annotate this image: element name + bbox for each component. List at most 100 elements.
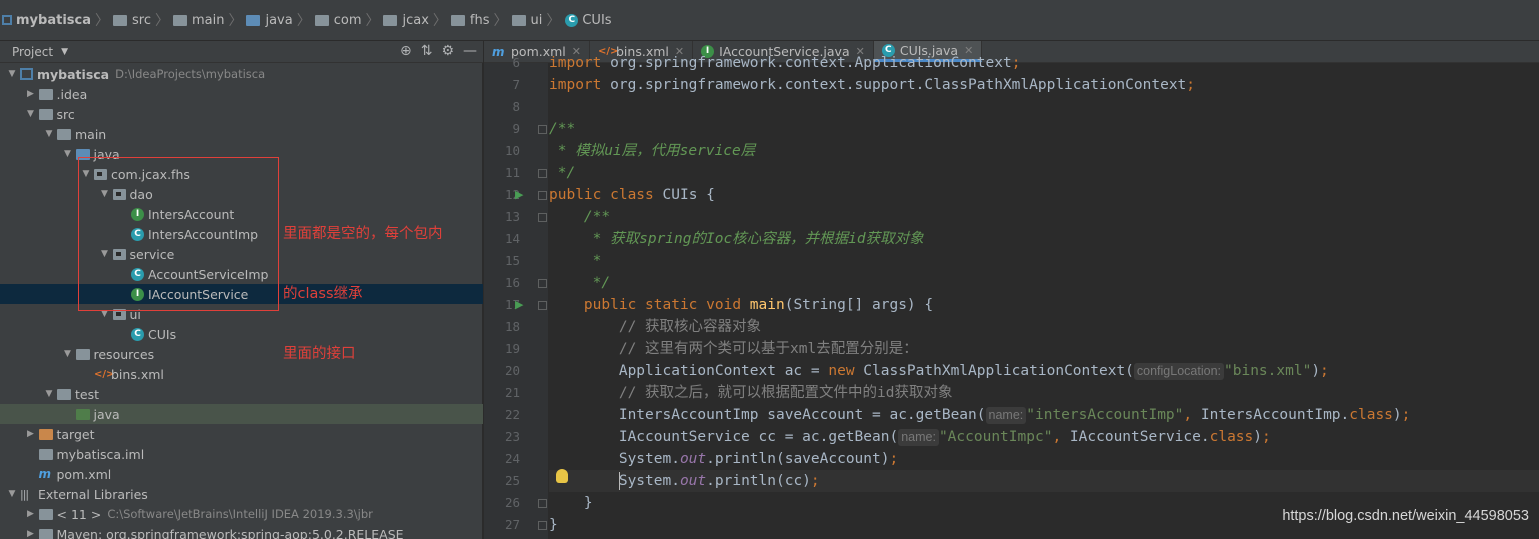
breadcrumb-label: java [265, 12, 293, 28]
tree-item[interactable]: ▼ test [0, 384, 483, 404]
chevron-right-icon[interactable]: ▶ [23, 529, 39, 539]
resources-folder-icon [75, 348, 90, 360]
chevron-down-icon[interactable]: ▼ [4, 489, 20, 499]
breadcrumb-item[interactable]: jcax 〉 [379, 10, 447, 30]
breadcrumb-item[interactable]: fhs 〉 [447, 10, 508, 30]
tree-item[interactable]: ▼ main [0, 124, 483, 144]
fold-marker-icon[interactable] [538, 169, 547, 178]
code-line: * 模拟ui层，代用service层 [549, 140, 756, 162]
tree-item-path: D:\IdeaProjects\mybatisca [115, 67, 266, 81]
code-token: ; [1186, 77, 1196, 93]
folder-icon [57, 388, 71, 400]
line-number: 14 [504, 231, 520, 246]
code-token: ; [1011, 55, 1021, 71]
code-token: out [679, 473, 707, 489]
tree-item-label: bins.xml [111, 366, 164, 382]
fold-marker-icon[interactable] [538, 125, 547, 134]
code-token: } [549, 517, 558, 533]
code-token: ApplicationContext ac = [549, 363, 829, 379]
tree-item[interactable]: ▶ Maven: org.springframework:spring-aop:5… [0, 524, 483, 539]
tree-item[interactable]: ▶ .idea [0, 84, 483, 104]
code-token: class [1349, 407, 1393, 423]
tree-item[interactable]: ▼ src [0, 104, 483, 124]
breadcrumb-item[interactable]: src 〉 [109, 10, 169, 30]
annotation-box [78, 157, 279, 311]
breadcrumb-label: jcax [402, 12, 429, 28]
package-icon [314, 14, 329, 26]
breadcrumb-label: ui [530, 12, 543, 28]
chevron-down-icon[interactable]: ▼ [4, 69, 20, 79]
tree-item[interactable]: ▶ target [0, 424, 483, 444]
tree-item[interactable]: m pom.xml [0, 464, 483, 484]
fold-marker-icon[interactable] [538, 301, 547, 310]
tree-item[interactable]: mybatisca.iml [0, 444, 483, 464]
code-line: /** [549, 118, 575, 140]
fold-marker-icon[interactable] [538, 191, 547, 200]
code-token: IntersAccountImp saveAccount = ac.getBea… [549, 407, 986, 423]
breadcrumb-item[interactable]: ui 〉 [508, 10, 560, 30]
code-line: ApplicationContext ac = new ClassPathXml… [549, 360, 1329, 382]
code-token: new [828, 363, 864, 379]
tree-item[interactable]: ▶ < 11 > C:\Software\JetBrains\IntelliJ ID… [0, 504, 483, 524]
fold-marker-icon[interactable] [538, 499, 547, 508]
line-number: 11 [504, 165, 520, 180]
tree-item[interactable]: java [0, 404, 483, 424]
collapse-all-icon[interactable]: ⇅ [421, 43, 433, 59]
run-gutter-icon[interactable]: ▶ [515, 294, 525, 316]
chevron-down-icon[interactable]: ▼ [61, 47, 68, 57]
code-token: IntersAccountImp. [1200, 407, 1350, 423]
tree-item-path: C:\Software\JetBrains\IntelliJ IDEA 2019… [107, 507, 373, 521]
code-token: .println(cc) [706, 473, 811, 489]
code-line: IAccountService cc = ac.getBean(name: "Ac… [549, 426, 1271, 448]
code-token: ; [1262, 429, 1271, 445]
code-token: .println(saveAccount) [706, 451, 890, 467]
code-line: */ [549, 162, 575, 184]
tree-item[interactable]: ▼ ||| External Libraries [0, 484, 483, 504]
tree-item-label: pom.xml [56, 466, 112, 482]
package-icon [511, 14, 526, 26]
tree-item-label: src [56, 106, 75, 122]
chevron-right-icon[interactable]: ▶ [23, 429, 39, 439]
fold-marker-icon[interactable] [538, 213, 547, 222]
project-panel-title[interactable]: Project [12, 45, 53, 59]
tree-item-label: test [75, 386, 100, 402]
code-token: IAccountService cc = ac.getBean( [549, 429, 899, 445]
code-line: // 获取核心容器对象 [549, 316, 761, 338]
breadcrumb-item[interactable]: com 〉 [311, 10, 379, 30]
package-icon [383, 14, 398, 26]
chevron-down-icon[interactable]: ▼ [60, 349, 76, 359]
gear-icon[interactable]: ⚙ [441, 43, 454, 59]
code-token: // 获取之后，就可以根据配置文件中的id获取对象 [549, 385, 953, 401]
breadcrumb-item[interactable]: java 〉 [242, 10, 311, 30]
annotation-line: 里面都是空的，每个包内 [283, 226, 443, 242]
code-token: // 获取核心容器对象 [549, 319, 762, 335]
project-panel-header: Project ▼ ⊕ ⇅ ⚙ — [0, 41, 483, 63]
run-gutter-icon[interactable]: ▶ [515, 184, 525, 206]
locate-icon[interactable]: ⊕ [400, 43, 412, 59]
code-token: * 获取spring的Ioc核心容器，并根据id获取对象 [549, 231, 924, 247]
chevron-down-icon[interactable]: ▼ [23, 109, 39, 119]
line-number: 22 [504, 407, 520, 422]
chevron-down-icon[interactable]: ▼ [41, 129, 57, 139]
chevron-down-icon[interactable]: ▼ [60, 149, 76, 159]
parameter-hint: configLocation: [1133, 363, 1224, 380]
code-token: /** [549, 209, 611, 225]
folder-icon [172, 14, 187, 26]
chevron-down-icon[interactable]: ▼ [41, 389, 57, 399]
breadcrumb-item[interactable]: main 〉 [169, 10, 242, 30]
fold-marker-icon[interactable] [538, 279, 547, 288]
code-token: IAccountService. [1069, 429, 1210, 445]
breadcrumb-label: main [191, 12, 225, 28]
breadcrumb-item[interactable]: mybatisca 〉 [2, 10, 109, 30]
chevron-right-icon[interactable]: ▶ [23, 509, 39, 519]
fold-marker-icon[interactable] [538, 521, 547, 530]
navigation-bar: mybatisca 〉 src 〉 main 〉 java 〉 com 〉 jcax 〉 fhs 〉 ui 〉… [0, 0, 1539, 41]
breadcrumb-item[interactable]: C CUIs [560, 10, 612, 30]
chevron-right-icon[interactable]: ▶ [23, 89, 39, 99]
library-icon: ||| [20, 487, 29, 501]
breadcrumb-separator-icon: 〉 [154, 13, 169, 29]
lightbulb-icon[interactable] [556, 469, 568, 483]
tree-item-label: resources [93, 346, 155, 362]
minimize-icon[interactable]: — [463, 43, 477, 59]
tree-item[interactable]: ▼ mybatisca D:\IdeaProjects\mybatisca [0, 64, 483, 84]
